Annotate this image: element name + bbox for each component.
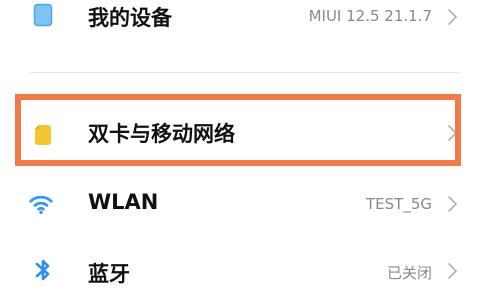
- wifi-icon: [28, 191, 54, 217]
- bluetooth-icon: [30, 257, 56, 283]
- device-icon: [30, 2, 56, 28]
- settings-item-bluetooth[interactable]: 蓝牙 已关闭: [0, 244, 480, 296]
- chevron-right-icon: [446, 124, 458, 142]
- settings-item-my-device[interactable]: 我的设备 MIUI 12.5 21.1.7: [0, 0, 480, 36]
- settings-item-value: MIUI 12.5 21.1.7: [308, 7, 432, 25]
- chevron-right-icon: [446, 195, 458, 213]
- settings-item-label: 我的设备: [88, 6, 172, 30]
- settings-item-sim-network[interactable]: 双卡与移动网络: [0, 96, 480, 172]
- sim-card-icon: [30, 122, 56, 148]
- settings-screen: 我的设备 MIUI 12.5 21.1.7 双卡与移动网络 WLAN TEST_…: [0, 0, 480, 300]
- settings-item-label: WLAN: [88, 190, 159, 214]
- settings-item-label: 双卡与移动网络: [88, 122, 235, 146]
- chevron-right-icon: [446, 8, 458, 26]
- settings-item-value: TEST_5G: [366, 195, 432, 213]
- settings-item-wlan[interactable]: WLAN TEST_5G: [0, 178, 480, 230]
- settings-item-value: 已关闭: [386, 264, 432, 282]
- settings-item-label: 蓝牙: [88, 262, 130, 286]
- chevron-right-icon: [446, 262, 458, 280]
- section-divider: [30, 72, 460, 73]
